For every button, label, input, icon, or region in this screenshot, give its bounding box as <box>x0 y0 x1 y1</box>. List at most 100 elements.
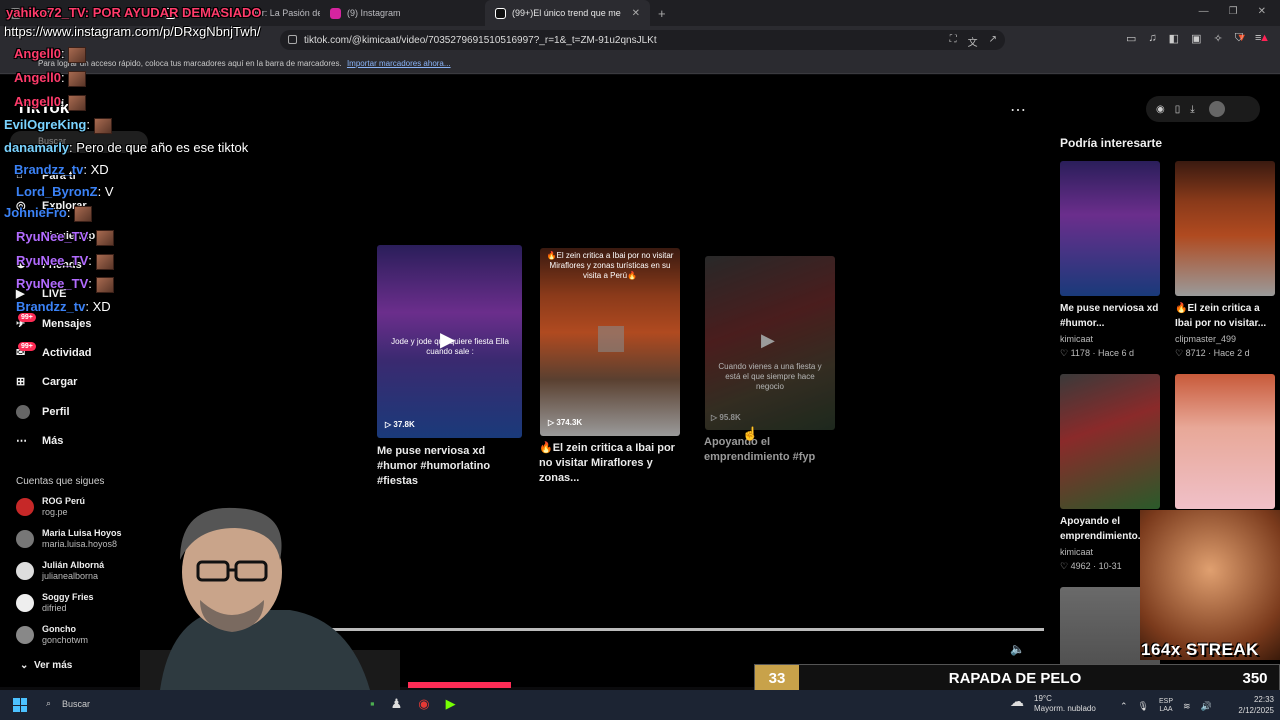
system-tray: ⌃ 🎙 ESP LAA ≋ 🔊 <box>1120 698 1212 714</box>
recommended-thumbnail[interactable] <box>1060 374 1160 509</box>
likes-count: 4962 <box>1070 561 1091 571</box>
volume-icon[interactable]: 🔈 <box>1010 642 1025 656</box>
following-account[interactable]: Julián Alborná julianealborna <box>16 560 104 582</box>
following-account[interactable]: Goncho gonchotwm <box>16 624 88 646</box>
recommended-title[interactable]: Me puse nerviosa xd #humor... <box>1060 301 1160 331</box>
weather-widget[interactable]: ☁ 19°C Mayorm. nublado <box>1010 694 1096 714</box>
views-value: 95.8K <box>719 413 741 422</box>
chat-line: Angell0: <box>14 94 87 111</box>
see-more-button[interactable]: ⌄ Ver más <box>20 660 72 671</box>
recommended-author[interactable]: clipmaster_499 <box>1175 334 1236 344</box>
likes-count: 1178 <box>1070 348 1090 358</box>
video-progress-bar[interactable] <box>320 628 1044 631</box>
vpn-icon[interactable]: ⛉ <box>1235 32 1243 45</box>
browser-tab[interactable]: (9) Instagram <box>320 0 485 26</box>
taskbar-clock[interactable]: 22:33 2/12/2025 <box>1228 694 1274 716</box>
clock-date: 2/12/2025 <box>1238 706 1274 715</box>
download-icon[interactable]: ⤓ <box>1190 104 1194 115</box>
thumbnail-overlay-text: Cuando vienes a una fiesta y está el que… <box>718 362 822 391</box>
instagram-favicon-icon <box>330 7 341 19</box>
nav-perfil[interactable]: Perfil <box>16 405 70 419</box>
activity-badge: 99+ <box>18 342 36 351</box>
share-icon[interactable]: ↗ <box>989 34 997 49</box>
windows-start-icon[interactable] <box>13 698 27 712</box>
chat-user: RyuNee_TV <box>16 276 89 291</box>
import-bookmarks-link[interactable]: Importar marcadores ahora... <box>347 59 451 68</box>
app-icon[interactable]: ▶ <box>446 696 456 712</box>
profile-icon <box>16 405 30 419</box>
recommended-author[interactable]: kimicaat <box>1060 547 1093 557</box>
leo-icon[interactable]: ✧ <box>1213 32 1222 45</box>
media-icon[interactable]: ♫ <box>1148 32 1156 45</box>
video-thumbnail[interactable]: 🔥El zein critica a Ibai por no visitar M… <box>540 248 680 436</box>
video-caption[interactable]: 🔥El zein critica a Ibai por no visitar M… <box>539 441 687 486</box>
chat-message: : <box>86 117 90 132</box>
microphone-icon[interactable]: 🎙 <box>1138 701 1149 712</box>
account-handle: maria.luisa.hoyos8 <box>42 539 118 549</box>
panel-icon[interactable]: ◧ <box>1169 32 1179 45</box>
taskbar-search[interactable]: ⌕ Buscar <box>40 696 140 714</box>
menu-icon[interactable]: ≡ <box>1255 32 1261 45</box>
coins-icon[interactable]: ◉ <box>1156 104 1165 115</box>
recommended-author[interactable]: kimicaat <box>1060 334 1093 344</box>
heart-icon: ♡ <box>1175 348 1184 358</box>
close-window-icon[interactable]: ✕ <box>1258 6 1266 17</box>
recommended-thumbnail[interactable] <box>1175 374 1275 509</box>
app-icon[interactable]: ♟ <box>391 696 403 712</box>
more-options-icon[interactable]: ⋯ <box>1010 100 1026 120</box>
avatar[interactable] <box>1208 101 1225 117</box>
taskbar-search-label: Buscar <box>62 699 91 709</box>
goal-target: 350 <box>1242 670 1268 687</box>
video-caption[interactable]: Apoyando el emprendimiento #fyp <box>704 435 824 465</box>
following-account[interactable]: Soggy Fries difried <box>16 592 94 614</box>
app-icon[interactable]: ◉ <box>418 696 429 712</box>
wifi-icon[interactable]: ≋ <box>1183 701 1191 712</box>
emote-icon <box>93 117 112 134</box>
video-thumbnail[interactable]: Jode y jode que quiere fiesta Ella cuand… <box>377 245 522 438</box>
chat-message: : <box>60 94 65 109</box>
device-icon[interactable]: ▯ <box>1175 104 1181 115</box>
following-account[interactable]: Maria Luisa Hoyos maria.luisa.hoyos8 <box>16 528 122 550</box>
app-icon[interactable]: ▪ <box>370 696 375 712</box>
avatar <box>16 562 34 580</box>
chat-message: : V <box>97 184 114 199</box>
nav-mas[interactable]: ⋯ Más <box>16 434 63 448</box>
maximize-icon[interactable]: ❐ <box>1229 6 1238 17</box>
upload-icon: ⊞ <box>16 376 26 388</box>
url-field[interactable]: tiktok.com/@kimicaat/video/7035279691510… <box>280 30 1005 50</box>
goal-bar: 33 RAPADA DE PELO 350 <box>754 664 1280 693</box>
webcam-feed <box>140 507 400 690</box>
lang-bottom: LAA <box>1159 706 1173 713</box>
following-account[interactable]: ROG Perú rog.pe <box>16 496 85 518</box>
goal-title: RAPADA DE PELO <box>948 670 1082 687</box>
nav-cargar[interactable]: ⊞ Cargar <box>16 375 77 389</box>
lang-top: ESP <box>1158 698 1173 705</box>
reader-icon[interactable]: ⛶ <box>950 34 957 49</box>
chat-line: Angell0: <box>14 70 87 87</box>
chat-message: : <box>88 229 92 244</box>
browser-tab-active[interactable]: (99+)El único trend que me ✕ <box>485 0 650 26</box>
recommended-thumbnail[interactable] <box>1175 161 1275 296</box>
close-tab-icon[interactable]: ✕ <box>632 8 640 19</box>
new-tab-button[interactable]: + <box>650 6 674 21</box>
live-indicator-bar <box>408 682 511 688</box>
wallet-icon[interactable]: ▣ <box>1191 32 1201 45</box>
video-caption[interactable]: Me puse nerviosa xd #humor #humorlatino … <box>377 444 525 489</box>
recommended-title[interactable]: 🔥El zein critica a Ibai por no visitar..… <box>1175 301 1275 331</box>
account-handle: gonchotwm <box>42 635 89 645</box>
chat-message: : Pero de que año es ese tiktok <box>69 140 249 155</box>
translate-icon[interactable]: 文 <box>968 34 978 49</box>
emote-icon <box>95 229 114 246</box>
recommended-thumbnail[interactable] <box>1060 161 1160 296</box>
sidebar-icon[interactable]: ▭ <box>1126 32 1136 45</box>
emote-icon <box>74 205 93 222</box>
chat-line: RyuNee_TV: <box>16 253 114 270</box>
speaker-icon[interactable]: 🔊 <box>1201 701 1212 712</box>
minimize-icon[interactable]: — <box>1199 6 1209 17</box>
video-thumbnail[interactable]: Cuando vienes a una fiesta y está el que… <box>705 256 835 430</box>
chevron-up-icon[interactable]: ⌃ <box>1120 701 1128 712</box>
account-name: ROG Perú <box>42 496 86 506</box>
tiktok-favicon-icon <box>495 7 506 19</box>
language-indicator[interactable]: ESP LAA <box>1159 698 1173 714</box>
chat-overlay: Angell0: Angell0: Angell0: EvilOgreKing:… <box>0 0 300 320</box>
